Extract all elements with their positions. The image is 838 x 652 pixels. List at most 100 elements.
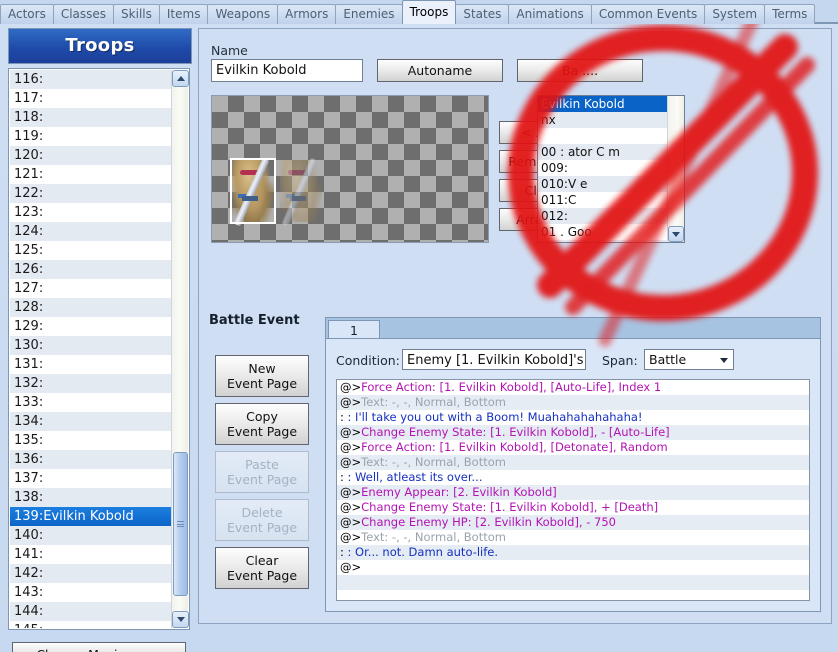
scroll-up-button[interactable] — [172, 70, 189, 87]
event-command-row[interactable]: @>Text: -, -, Normal, Bottom — [337, 455, 809, 470]
tab-system[interactable]: System — [704, 4, 766, 24]
autoname-button[interactable]: Autoname — [377, 59, 503, 82]
list-item[interactable]: 130: — [10, 336, 172, 355]
tab-skills[interactable]: Skills — [113, 4, 160, 24]
list-item[interactable]: 142: — [10, 564, 172, 583]
command-prefix: @> — [340, 515, 362, 529]
list-item[interactable]: 010:V e — [538, 176, 684, 192]
troops-list-items[interactable]: 116: 117: 118: 119: 120: 121: 122: 123: 124: 125:… — [10, 70, 172, 628]
enemy-sprite-2[interactable] — [280, 157, 322, 227]
clear-event-page-button[interactable]: Clear Event Page — [215, 547, 309, 589]
event-command-row[interactable]: : : Or... not. Damn auto-life. — [337, 545, 809, 560]
troops-list[interactable]: 116: 117: 118: 119: 120: 121: 122: 123: 124: 125:… — [8, 68, 190, 630]
chevron-down-icon — [672, 231, 680, 237]
list-item[interactable]: 137: — [10, 469, 172, 488]
battle-test-button[interactable]: Ba .... — [517, 59, 643, 82]
list-item[interactable]: Evilkin Kobold — [538, 96, 684, 112]
list-item[interactable]: 121: — [10, 165, 172, 184]
list-item[interactable]: 141: — [10, 545, 172, 564]
enemy-scroll-down-button[interactable] — [668, 226, 684, 242]
tab-states[interactable]: States — [455, 4, 510, 24]
command-prefix: @> — [340, 440, 362, 454]
tab-troops[interactable]: Troops — [401, 0, 457, 24]
event-command-row[interactable]: @>Enemy Appear: [2. Evilkin Kobold] — [337, 485, 809, 500]
list-item[interactable] — [538, 128, 684, 144]
command-text: Force Action: [1. Evilkin Kobold], [Auto… — [361, 380, 662, 394]
event-command-row[interactable] — [337, 590, 809, 600]
list-item[interactable]: 131: — [10, 355, 172, 374]
tab-classes[interactable]: Classes — [52, 4, 115, 24]
list-item[interactable]: 138: — [10, 488, 172, 507]
event-command-row[interactable]: @>Force Action: [1. Evilkin Kobold], [De… — [337, 440, 809, 455]
event-command-row[interactable]: @>Force Action: [1. Evilkin Kobold], [Au… — [337, 380, 809, 395]
list-item[interactable]: 120: — [10, 146, 172, 165]
list-item[interactable]: 128: — [10, 298, 172, 317]
name-label: Name — [211, 43, 248, 58]
tab-items[interactable]: Items — [158, 4, 209, 24]
enemy-candidates-items[interactable]: Evilkin Kobold nx 00 : ator C m 009: 010:V e… — [538, 96, 684, 242]
event-command-row[interactable]: @>Change Enemy HP: [2. Evilkin Kobold], … — [337, 515, 809, 530]
list-item[interactable]: aal — [538, 240, 684, 242]
rpgmaker-database-window: Actors Classes Skills Items Weapons Armors Ene… — [0, 0, 838, 652]
enemy-candidates-list[interactable]: Evilkin Kobold nx 00 : ator C m 009: 010:V e… — [537, 95, 685, 243]
event-command-row[interactable]: @> — [337, 560, 809, 575]
enemy-list-scrollbar[interactable] — [667, 96, 684, 242]
list-item[interactable]: 140: — [10, 526, 172, 545]
tab-animations[interactable]: Animations — [508, 4, 592, 24]
event-command-list[interactable]: @> Force Action: [1. Evilkin Kobold], [Au… — [336, 379, 810, 601]
list-item[interactable]: 012: — [538, 208, 684, 224]
list-item[interactable]: 144: — [10, 602, 172, 621]
tab-weapons[interactable]: Weapons — [207, 4, 279, 24]
event-command-row[interactable]: : : I'll take you out with a Boom! Muaha… — [337, 410, 809, 425]
list-item[interactable]: 134: — [10, 412, 172, 431]
tab-common-events[interactable]: Common Events — [590, 4, 706, 24]
event-command-row[interactable]: @>Change Enemy State: [1. Evilkin Kobold… — [337, 500, 809, 515]
tab-enemies[interactable]: Enemies — [335, 4, 403, 24]
button-label-line1: New — [248, 361, 276, 376]
list-item[interactable]: 123: — [10, 203, 172, 222]
condition-value[interactable]: Enemy [1. Evilkin Kobold]'s HP 20% or ⋯ — [402, 349, 586, 370]
list-item[interactable]: 118: — [10, 108, 172, 127]
list-item[interactable]: 009: — [538, 160, 684, 176]
span-select[interactable]: Battle — [644, 349, 734, 370]
list-item[interactable]: 011:C — [538, 192, 684, 208]
list-item[interactable]: 117: — [10, 89, 172, 108]
list-item[interactable]: 127: — [10, 279, 172, 298]
list-item[interactable]: 119: — [10, 127, 172, 146]
event-command-row[interactable]: @>Text: -, -, Normal, Bottom — [337, 530, 809, 545]
tab-terms[interactable]: Terms — [764, 4, 816, 24]
list-item[interactable]: 143: — [10, 583, 172, 602]
list-item[interactable]: 124: — [10, 222, 172, 241]
tab-actors[interactable]: Actors — [0, 4, 54, 24]
name-input[interactable]: Evilkin Kobold — [211, 59, 363, 82]
span-label: Span: — [602, 353, 638, 368]
list-item[interactable]: 126: — [10, 260, 172, 279]
event-command-row[interactable]: : : Well, atleast its over... — [337, 470, 809, 485]
troop-battler-preview[interactable] — [211, 95, 489, 243]
list-item[interactable]: 133: — [10, 393, 172, 412]
list-item[interactable]: 129: — [10, 317, 172, 336]
list-item[interactable]: 139:Evilkin Kobold — [10, 507, 172, 526]
list-item[interactable]: 01 . Goo — [538, 224, 684, 240]
list-item[interactable]: 145: — [10, 621, 172, 628]
list-item[interactable]: 122: — [10, 184, 172, 203]
list-item[interactable]: 116: — [10, 70, 172, 89]
list-item[interactable]: 136: — [10, 450, 172, 469]
change-maximum-button[interactable]: Change Maximum... — [12, 642, 186, 652]
list-item[interactable]: 00 : ator C m — [538, 144, 684, 160]
list-item[interactable]: 132: — [10, 374, 172, 393]
event-command-row[interactable]: @>Change Enemy State: [1. Evilkin Kobold… — [337, 425, 809, 440]
list-item[interactable]: nx — [538, 112, 684, 128]
tab-armors[interactable]: Armors — [277, 4, 337, 24]
scrollbar-thumb[interactable] — [173, 452, 188, 596]
troops-list-scrollbar[interactable] — [171, 70, 189, 628]
command-text: Enemy Appear: [2. Evilkin Kobold] — [361, 485, 557, 499]
list-item[interactable]: 135: — [10, 431, 172, 450]
event-command-row[interactable]: @>Text: -, -, Normal, Bottom — [337, 395, 809, 410]
scroll-down-button[interactable] — [172, 611, 189, 628]
new-event-page-button[interactable]: New Event Page — [215, 355, 309, 397]
event-command-row[interactable] — [337, 575, 809, 590]
copy-event-page-button[interactable]: Copy Event Page — [215, 403, 309, 445]
list-item[interactable]: 125: — [10, 241, 172, 260]
battle-event-button-group: New Event Page Copy Event Page Paste Event Pa… — [215, 355, 309, 595]
